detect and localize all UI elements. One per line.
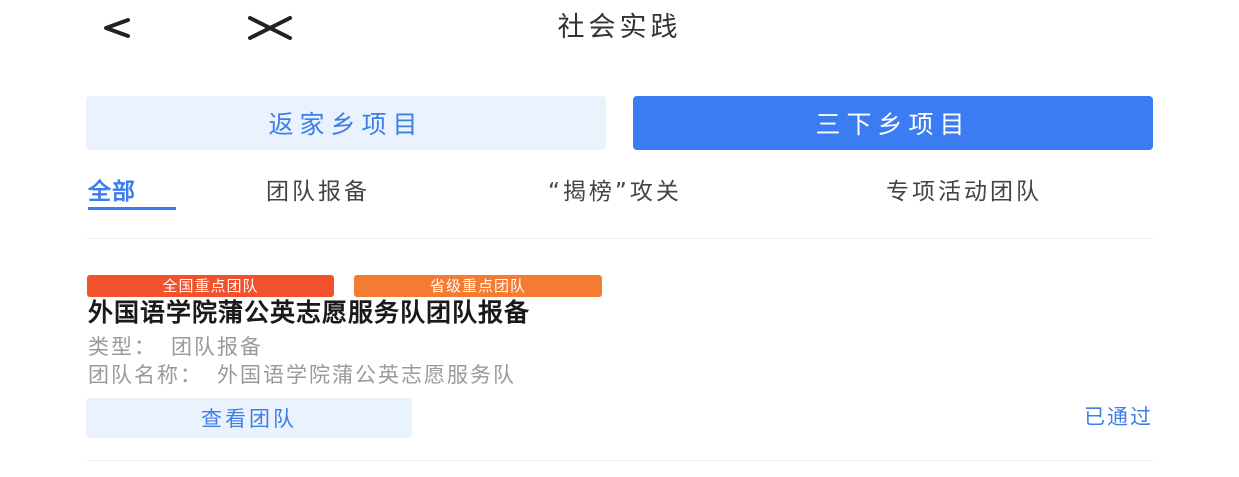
segment-rural-project[interactable]: 三下乡项目 bbox=[633, 96, 1153, 150]
page-title: 社会实践 bbox=[557, 12, 682, 43]
national-key-team-badge: 全国重点团队 bbox=[87, 275, 334, 297]
type-label: 类型： bbox=[88, 335, 157, 359]
tab-all[interactable]: 全部 bbox=[88, 176, 136, 208]
card-team-name-row: 团队名称： 外国语学院蒲公英志愿服务队 bbox=[88, 361, 516, 389]
divider bbox=[86, 460, 1153, 461]
divider bbox=[86, 238, 1153, 239]
active-tab-indicator bbox=[88, 207, 176, 210]
team-name-label: 团队名称： bbox=[88, 363, 203, 387]
tab-challenge[interactable]: “揭榜”攻关 bbox=[548, 176, 682, 208]
card-type-row: 类型： 团队报备 bbox=[88, 333, 263, 361]
status-badge: 已通过 bbox=[1084, 405, 1153, 429]
segment-home-project[interactable]: 返家乡项目 bbox=[86, 96, 606, 150]
tab-team-filing[interactable]: 团队报备 bbox=[266, 176, 370, 208]
tab-special-activity-team[interactable]: 专项活动团队 bbox=[886, 176, 1042, 208]
provincial-key-team-badge: 省级重点团队 bbox=[354, 275, 602, 297]
team-name-value: 外国语学院蒲公英志愿服务队 bbox=[217, 363, 516, 387]
type-value: 团队报备 bbox=[171, 335, 263, 359]
card-title: 外国语学院蒲公英志愿服务队团队报备 bbox=[88, 298, 531, 327]
view-team-button[interactable]: 查看团队 bbox=[86, 398, 412, 438]
header-bar: 社会实践 bbox=[0, 0, 1239, 60]
social-practice-page: 社会实践 返家乡项目 三下乡项目 全部 团队报备 “揭榜”攻关 专项活动团队 全… bbox=[0, 0, 1239, 477]
